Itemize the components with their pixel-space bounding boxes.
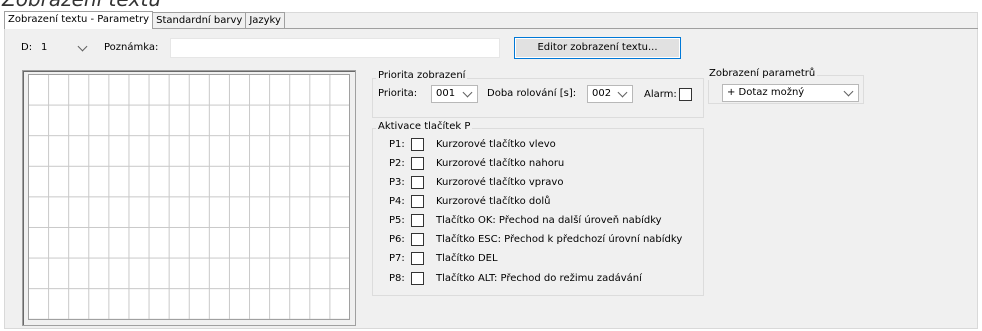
priority-value: 001 bbox=[436, 88, 456, 99]
tab-languages[interactable]: Jazyky bbox=[245, 12, 285, 28]
scroll-time-value: 002 bbox=[592, 88, 612, 99]
priority-select[interactable]: 001 bbox=[431, 85, 478, 103]
alarm-label: Alarm: bbox=[644, 89, 677, 100]
p2-label: P2: bbox=[389, 158, 405, 169]
p2-checkbox[interactable] bbox=[411, 157, 424, 170]
params-select[interactable]: + Dotaz možný bbox=[722, 84, 859, 102]
p-keys-group-title: Aktivace tlačítek P bbox=[376, 121, 473, 133]
d-select-value: 1 bbox=[41, 42, 48, 53]
p7-description: Tlačítko DEL bbox=[436, 253, 498, 264]
d-select[interactable]: 1 bbox=[36, 39, 93, 57]
p6-label: P6: bbox=[389, 234, 405, 245]
p5-description: Tlačítko OK: Přechod na další úroveň nab… bbox=[436, 215, 662, 226]
params-group-title: Zobrazení parametrů bbox=[707, 68, 818, 80]
p5-label: P5: bbox=[389, 215, 405, 226]
text-grid[interactable] bbox=[28, 74, 350, 320]
p7-label: P7: bbox=[389, 253, 405, 264]
p5-checkbox[interactable] bbox=[411, 214, 424, 227]
p3-label: P3: bbox=[389, 177, 405, 188]
d-label: D: bbox=[21, 42, 33, 53]
p3-description: Kurzorové tlačítko vpravo bbox=[436, 177, 564, 188]
p8-description: Tlačítko ALT: Přechod do režimu zadávání bbox=[436, 273, 642, 284]
p1-checkbox[interactable] bbox=[411, 138, 424, 151]
text-editor-button[interactable]: Editor zobrazení textu... bbox=[514, 37, 681, 59]
p1-label: P1: bbox=[389, 139, 405, 150]
params-select-value: + Dotaz možný bbox=[727, 87, 805, 98]
alarm-checkbox[interactable] bbox=[679, 88, 692, 101]
p2-description: Kurzorové tlačítko nahoru bbox=[436, 158, 565, 169]
p4-checkbox[interactable] bbox=[411, 195, 424, 208]
p8-label: P8: bbox=[389, 273, 405, 284]
scroll-time-label: Doba rolování [s]: bbox=[487, 88, 577, 99]
note-label: Poznámka: bbox=[104, 42, 159, 53]
p8-checkbox[interactable] bbox=[411, 272, 424, 285]
p6-checkbox[interactable] bbox=[411, 233, 424, 246]
chevron-down-icon bbox=[843, 86, 854, 97]
chevron-down-icon bbox=[77, 41, 88, 52]
p-keys-group bbox=[372, 128, 704, 296]
p1-description: Kurzorové tlačítko vlevo bbox=[436, 139, 556, 150]
p4-label: P4: bbox=[389, 196, 405, 207]
page-heading: Zobrazení textu bbox=[2, 0, 161, 11]
p3-checkbox[interactable] bbox=[411, 176, 424, 189]
note-input[interactable] bbox=[170, 38, 500, 58]
p7-checkbox[interactable] bbox=[411, 252, 424, 265]
p4-description: Kurzorové tlačítko dolů bbox=[436, 196, 551, 207]
scroll-time-select[interactable]: 002 bbox=[587, 85, 633, 103]
chevron-down-icon bbox=[462, 87, 473, 98]
chevron-down-icon bbox=[617, 87, 628, 98]
tab-bar: Zobrazení textu - Parametry Standardní b… bbox=[4, 11, 285, 29]
tab-text-parameters[interactable]: Zobrazení textu - Parametry bbox=[4, 11, 154, 29]
tab-standard-colors[interactable]: Standardní barvy bbox=[152, 12, 247, 28]
p6-description: Tlačítko ESC: Přechod k předchozí úrovní… bbox=[436, 234, 683, 245]
priority-group-title: Priorita zobrazení bbox=[376, 70, 468, 82]
priority-label: Priorita: bbox=[378, 88, 418, 99]
